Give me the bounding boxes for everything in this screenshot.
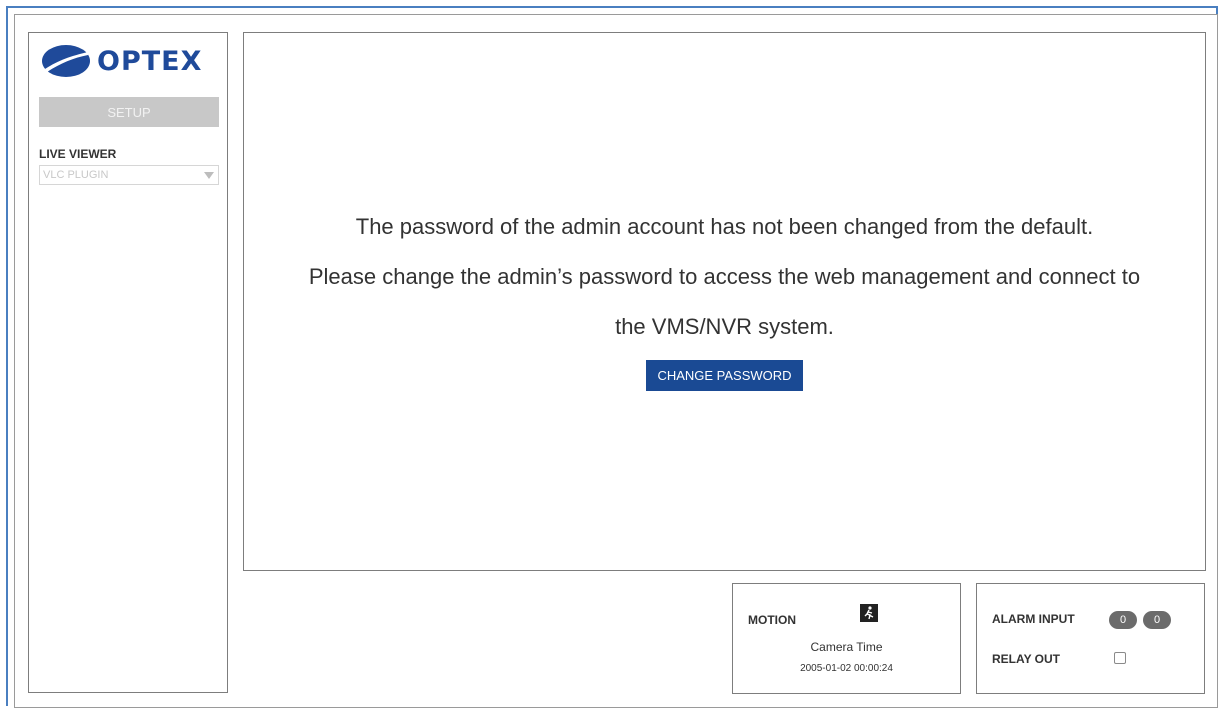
alarm-input-2-indicator: 0 (1143, 611, 1171, 629)
alarm-status-panel: ALARM INPUT 0 0 RELAY OUT (976, 583, 1205, 694)
notice-line-1: The password of the admin account has no… (355, 214, 1094, 239)
live-viewer-label: LIVE VIEWER (39, 147, 117, 161)
live-viewer-select-value: VLC PLUGIN (43, 169, 109, 181)
camera-time-value: 2005-01-02 00:00:24 (800, 663, 893, 674)
relay-out-checkbox[interactable] (1114, 652, 1126, 664)
optex-logo-text: OPTEX (97, 45, 203, 77)
alarm-input-1-indicator: 0 (1109, 611, 1137, 629)
alarm-input-label: ALARM INPUT (992, 612, 1075, 626)
optex-logo: OPTEX (41, 42, 219, 80)
chevron-down-icon (204, 172, 214, 179)
motion-run-icon (860, 604, 878, 622)
setup-button[interactable]: SETUP (39, 97, 219, 127)
sidebar: OPTEX SETUP LIVE VIEWER VLC PLUGIN (28, 32, 228, 693)
motion-label: MOTION (748, 613, 796, 627)
running-person-icon (864, 606, 874, 620)
live-viewer-select[interactable]: VLC PLUGIN (39, 165, 219, 185)
motion-status-panel: MOTION Camera Time 2005-01-02 00:00:24 (732, 583, 961, 694)
change-password-button[interactable]: CHANGE PASSWORD (646, 360, 803, 391)
optex-logo-mark-icon (42, 45, 90, 77)
viewer-panel: The password of the admin account has no… (243, 32, 1206, 571)
notice-line-3: the VMS/NVR system. (615, 314, 834, 339)
relay-out-label: RELAY OUT (992, 652, 1061, 666)
camera-time-label: Camera Time (810, 640, 883, 654)
notice-line-2: Please change the admin’s password to ac… (308, 264, 1141, 289)
